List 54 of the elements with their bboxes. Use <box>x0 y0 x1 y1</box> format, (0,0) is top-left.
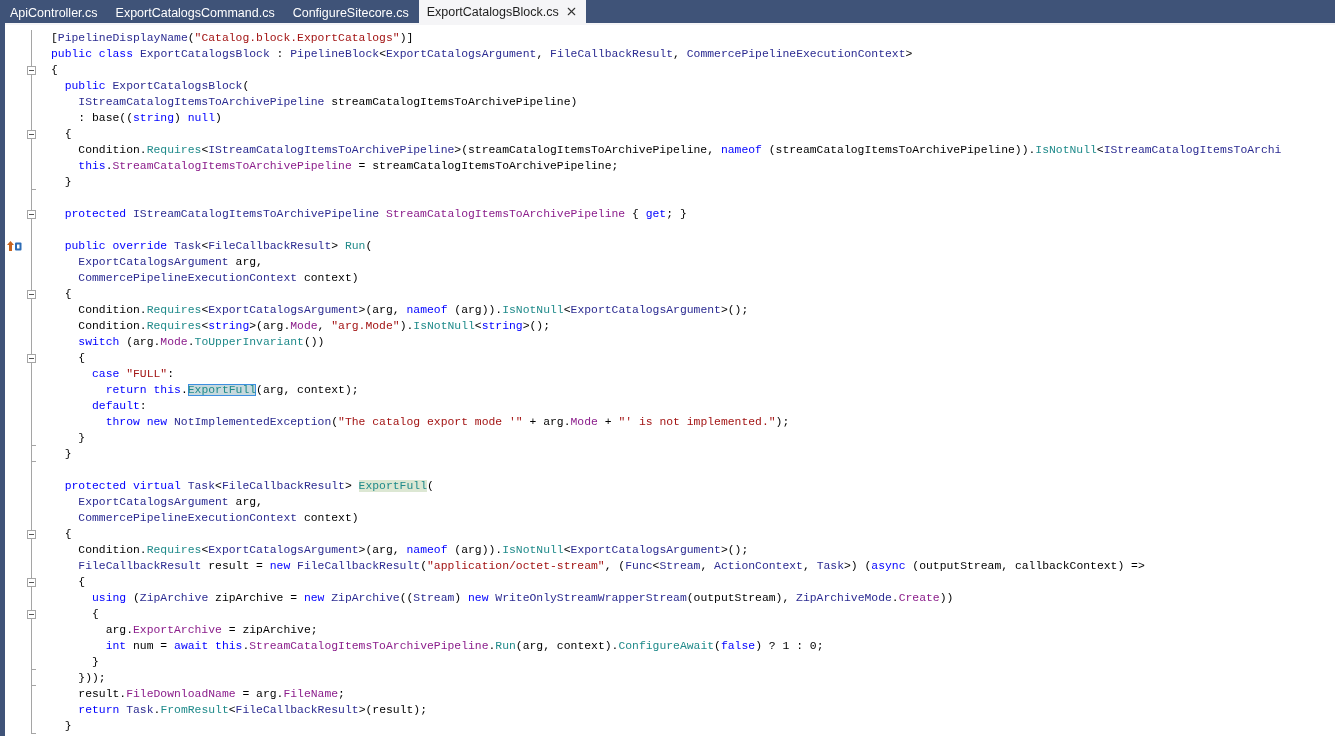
code-line: arg.ExportArchive = zipArchive; <box>105 623 318 638</box>
code-line: CommercePipelineExecutionContext context) <box>78 271 359 286</box>
code-line: this.StreamCatalogItemsToArchivePipeline = streamCatalogItemsToArchivePipeline; <box>78 159 619 174</box>
collapse-button[interactable] <box>27 210 36 219</box>
code-line: return Task.FromResult<FileCallbackResult>(result); <box>78 703 427 718</box>
code-line: { <box>78 351 86 366</box>
code-line: { <box>64 527 72 542</box>
code-line: result.FileDownloadName = arg.FileName; <box>78 687 345 702</box>
code-line: ExportCatalogsArgument arg, <box>78 495 263 510</box>
collapse-button[interactable] <box>27 354 36 363</box>
code-line: Condition.Requires<ExportCatalogsArgument>(arg, nameof (arg)).IsNotNull<ExportCatalogsArgument>(); <box>78 543 749 558</box>
code-line: public ExportCatalogsBlock( <box>64 79 250 94</box>
code-line: protected IStreamCatalogItemsToArchivePipeline StreamCatalogItemsToArchivePipeline { get; } <box>64 207 687 222</box>
code-line: Condition.Requires<ExportCatalogsArgument>(arg, nameof (arg)).IsNotNull<ExportCatalogsArgument>(); <box>78 303 749 318</box>
code-editor[interactable] <box>5 23 1335 736</box>
code-line: CommercePipelineExecutionContext context) <box>78 511 359 526</box>
code-line: ExportCatalogsArgument arg, <box>78 255 263 270</box>
file-tab[interactable]: ExportCatalogsBlock.cs <box>418 0 586 23</box>
code-line: { <box>64 287 72 302</box>
code-line: { <box>92 607 99 622</box>
code-line: switch (arg.Mode.ToUpperInvariant()) <box>78 335 325 350</box>
code-line: } <box>92 655 99 670</box>
code-line: IStreamCatalogItemsToArchivePipeline streamCatalogItemsToArchivePipeline) <box>78 95 578 110</box>
code-line: { <box>51 63 58 78</box>
code-line: public override Task<FileCallbackResult> Run( <box>64 239 373 254</box>
code-line: } <box>64 447 72 462</box>
code-line: Condition.Requires<string>(arg.Mode, "arg.Mode").IsNotNull<string>(); <box>78 319 551 334</box>
code-line: [PipelineDisplayName("Catalog.block.ExportCatalogs")] <box>51 31 414 46</box>
code-line: int num = await this.StreamCatalogItemsToArchivePipeline.Run(arg, context).ConfigureAwait(false) ? 1 : 0; <box>105 639 824 654</box>
code-line: { <box>64 127 72 142</box>
collapse-button[interactable] <box>27 610 36 619</box>
code-line: case "FULL": <box>92 367 175 382</box>
code-line: { <box>78 575 86 590</box>
file-tab[interactable]: ExportCatalogsCommand.cs <box>107 2 283 23</box>
code-line: : base((string) null) <box>78 111 222 126</box>
code-line: using (ZipArchive zipArchive = new ZipArchive((Stream) new WriteOnlyStreamWrapperStream(outputStream), ZipArchiveMode.Create)) <box>92 591 954 606</box>
collapse-button[interactable] <box>27 290 36 299</box>
code-line: } <box>64 175 72 190</box>
collapse-button[interactable] <box>27 530 36 539</box>
collapse-button[interactable] <box>27 578 36 587</box>
code-line: FileCallbackResult result = new FileCallbackResult("application/octet-stream", (Func<Stream, ActionContext, Task>) (async (outputStream, callbackContext) => <box>78 559 1145 574</box>
code-line: protected virtual Task<FileCallbackResult> ExportFull( <box>64 479 434 494</box>
code-line: public class ExportCatalogsBlock : PipelineBlock<ExportCatalogsArgument, FileCallbackResult, CommercePipelineExecutionContext> <box>51 47 913 62</box>
code-line: } <box>64 719 72 734</box>
collapse-button[interactable] <box>27 66 36 75</box>
file-tab[interactable]: ApiController.cs <box>2 2 106 23</box>
code-line: })); <box>78 671 106 686</box>
code-line: default: <box>92 399 147 414</box>
code-line: throw new NotImplementedException("The catalog export mode '" + arg.Mode + "' is not implemented."); <box>105 415 790 430</box>
code-line: } <box>78 431 86 446</box>
code-line: Condition.Requires<IStreamCatalogItemsToArchivePipeline>(streamCatalogItemsToArchivePipeline, nameof (streamCatalogItemsToArchivePipeline)).IsNotNull<IStreamCatalogItemsToArchi <box>78 143 1282 158</box>
file-tab[interactable]: ConfigureSitecore.cs <box>284 2 417 23</box>
collapse-button[interactable] <box>27 130 36 139</box>
override-icon[interactable] <box>6 241 22 251</box>
